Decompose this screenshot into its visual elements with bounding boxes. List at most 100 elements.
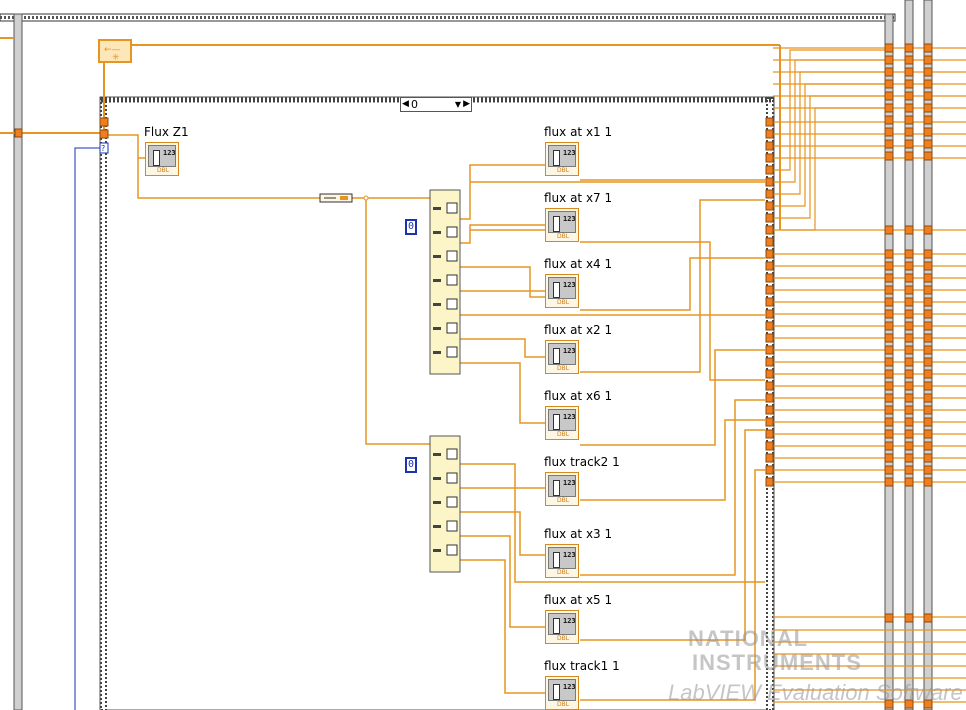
loop-tunnel[interactable]	[923, 55, 933, 65]
loop-tunnel[interactable]	[904, 127, 914, 137]
loop-tunnel[interactable]	[923, 43, 933, 53]
loop-tunnel[interactable]	[923, 249, 933, 259]
loop-tunnel[interactable]	[884, 55, 894, 65]
loop-tunnel[interactable]	[904, 285, 914, 295]
output-tunnel[interactable]	[765, 273, 774, 283]
loop-tunnel[interactable]	[923, 225, 933, 235]
loop-tunnel[interactable]	[923, 103, 933, 113]
loop-tunnel[interactable]	[904, 249, 914, 259]
loop-tunnel[interactable]	[904, 55, 914, 65]
indicator-terminal[interactable]: 123 DBL	[545, 340, 579, 374]
loop-tunnel[interactable]	[884, 67, 894, 77]
indicator-terminal[interactable]: 123 DBL	[145, 142, 179, 176]
output-tunnel[interactable]	[765, 225, 774, 235]
loop-tunnel[interactable]	[904, 369, 914, 379]
loop-tunnel[interactable]	[904, 613, 914, 623]
loop-tunnel[interactable]	[884, 321, 894, 331]
output-tunnel[interactable]	[765, 237, 774, 247]
loop-tunnel[interactable]	[904, 67, 914, 77]
loop-tunnel[interactable]	[904, 393, 914, 403]
loop-tunnel[interactable]	[923, 297, 933, 307]
loop-tunnel[interactable]	[884, 405, 894, 415]
indicator-terminal[interactable]: 123 DBL	[545, 676, 579, 710]
increment-arrow-icon[interactable]: ▶	[463, 98, 470, 111]
output-tunnel[interactable]	[765, 261, 774, 271]
loop-tunnel[interactable]	[884, 249, 894, 259]
loop-tunnel[interactable]	[884, 441, 894, 451]
loop-tunnel[interactable]	[884, 297, 894, 307]
indicator-terminal[interactable]: 123 DBL	[545, 406, 579, 440]
indicator-terminal[interactable]: 123 DBL	[545, 472, 579, 506]
loop-tunnel[interactable]	[904, 309, 914, 319]
output-tunnel[interactable]	[765, 177, 774, 187]
output-tunnel[interactable]	[765, 453, 774, 463]
output-tunnel[interactable]	[765, 321, 774, 331]
decrement-arrow-icon[interactable]: ◀	[402, 98, 409, 111]
loop-tunnel[interactable]	[884, 453, 894, 463]
loop-tunnel[interactable]	[904, 357, 914, 367]
loop-tunnel[interactable]	[904, 453, 914, 463]
loop-tunnel[interactable]	[884, 429, 894, 439]
loop-tunnel[interactable]	[904, 91, 914, 101]
output-tunnel[interactable]	[765, 429, 774, 439]
indicator-terminal[interactable]: 123 DBL	[545, 208, 579, 242]
loop-tunnel[interactable]	[884, 91, 894, 101]
loop-tunnel[interactable]	[923, 477, 933, 487]
indicator-terminal[interactable]: 123 DBL	[545, 142, 579, 176]
output-tunnel[interactable]	[765, 369, 774, 379]
loop-tunnel[interactable]	[884, 273, 894, 283]
loop-tunnel[interactable]	[904, 43, 914, 53]
loop-tunnel[interactable]	[884, 43, 894, 53]
loop-tunnel[interactable]	[884, 139, 894, 149]
loop-tunnel[interactable]	[884, 261, 894, 271]
output-tunnel[interactable]	[765, 417, 774, 427]
loop-tunnel[interactable]	[904, 103, 914, 113]
output-tunnel[interactable]	[765, 249, 774, 259]
indicator-terminal[interactable]: 123 DBL	[545, 274, 579, 308]
output-tunnel[interactable]	[765, 117, 774, 127]
loop-tunnel[interactable]	[884, 417, 894, 427]
loop-tunnel[interactable]	[884, 225, 894, 235]
loop-tunnel[interactable]	[884, 333, 894, 343]
loop-tunnel[interactable]	[884, 393, 894, 403]
loop-tunnel[interactable]	[884, 477, 894, 487]
loop-tunnel[interactable]	[923, 67, 933, 77]
loop-tunnel[interactable]	[923, 381, 933, 391]
loop-tunnel[interactable]	[884, 613, 894, 623]
loop-tunnel[interactable]	[923, 151, 933, 161]
loop-tunnel[interactable]	[884, 115, 894, 125]
loop-tunnel[interactable]	[884, 357, 894, 367]
output-tunnel[interactable]	[765, 213, 774, 223]
loop-tunnel[interactable]	[884, 103, 894, 113]
loop-tunnel[interactable]	[904, 261, 914, 271]
loop-tunnel[interactable]	[904, 441, 914, 451]
loop-tunnel[interactable]	[884, 465, 894, 475]
output-tunnel[interactable]	[765, 309, 774, 319]
output-tunnel[interactable]	[765, 441, 774, 451]
output-tunnel[interactable]	[765, 285, 774, 295]
loop-tunnel[interactable]	[904, 405, 914, 415]
loop-tunnel[interactable]	[923, 261, 933, 271]
index-constant[interactable]: 0	[405, 219, 417, 235]
loop-tunnel[interactable]	[923, 441, 933, 451]
index-constant[interactable]: 0	[405, 457, 417, 473]
loop-tunnel[interactable]	[904, 151, 914, 161]
output-tunnel[interactable]	[765, 129, 774, 139]
loop-tunnel[interactable]	[904, 79, 914, 89]
loop-tunnel[interactable]	[904, 273, 914, 283]
loop-tunnel[interactable]	[923, 309, 933, 319]
loop-tunnel[interactable]	[923, 613, 933, 623]
output-tunnel[interactable]	[765, 153, 774, 163]
loop-tunnel[interactable]	[923, 465, 933, 475]
output-tunnel[interactable]	[765, 381, 774, 391]
case-selector[interactable]: ◀ 0 ▼ ▶	[400, 97, 472, 112]
loop-tunnel[interactable]	[923, 405, 933, 415]
left-tunnel[interactable]	[14, 128, 23, 138]
output-tunnel[interactable]	[765, 201, 774, 211]
loop-tunnel[interactable]	[923, 333, 933, 343]
loop-tunnel[interactable]	[884, 309, 894, 319]
output-tunnel[interactable]	[765, 333, 774, 343]
output-tunnel[interactable]	[765, 477, 774, 487]
output-tunnel[interactable]	[765, 393, 774, 403]
loop-tunnel[interactable]	[904, 333, 914, 343]
